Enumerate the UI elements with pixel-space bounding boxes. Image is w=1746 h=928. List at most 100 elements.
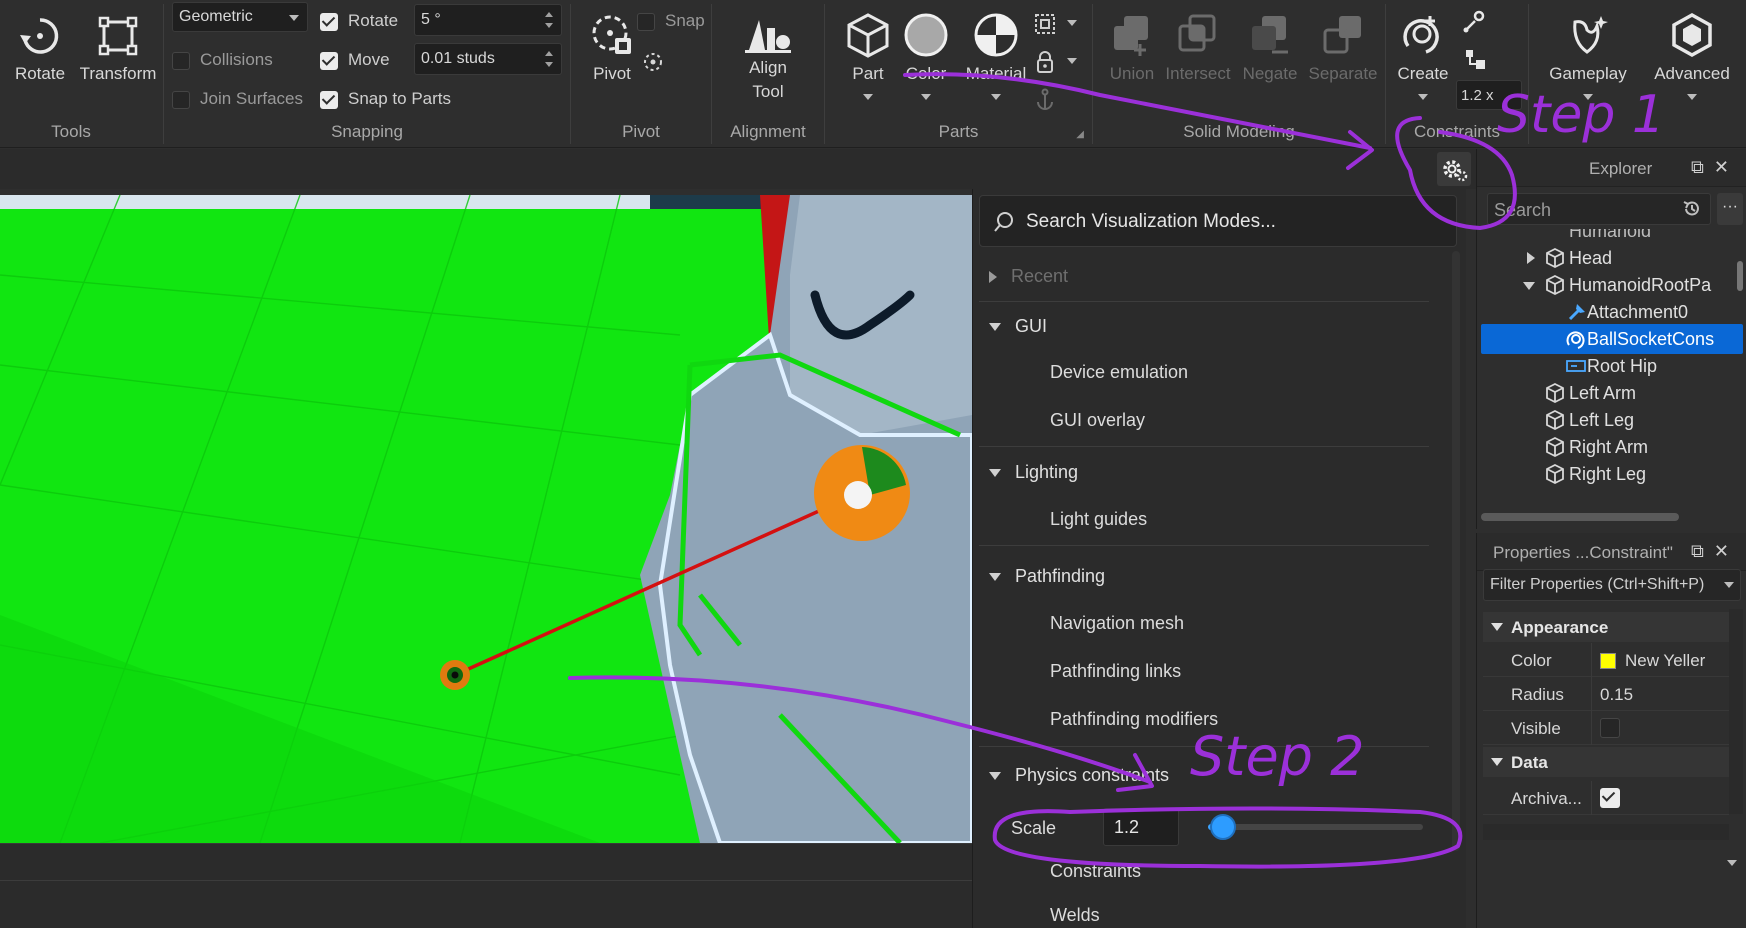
move-snap-toggle[interactable]: Move [320, 50, 390, 70]
3d-viewport[interactable] [0, 195, 972, 843]
section-lighting[interactable]: Lighting [989, 462, 1078, 483]
collisions-checkbox[interactable] [172, 51, 190, 70]
explorer-vertical-scrollbar[interactable] [1737, 261, 1743, 291]
color-swatch[interactable] [1600, 653, 1616, 669]
snap-mode-dropdown[interactable]: Geometric [172, 2, 308, 32]
viz-item-device-emulation[interactable]: Device emulation [1050, 362, 1188, 383]
move-increment-input[interactable]: 0.01 studs [414, 43, 562, 75]
spinner-icon[interactable] [545, 49, 555, 69]
explorer-horizontal-scrollbar[interactable] [1481, 513, 1679, 521]
undock-icon[interactable]: ⧉ [1691, 157, 1714, 177]
viz-item-constraints[interactable]: Constraints [1050, 861, 1141, 882]
anchor-icon[interactable] [1035, 88, 1055, 110]
viz-item-pathfinding-modifiers[interactable]: Pathfinding modifiers [1050, 709, 1218, 730]
chevron-down-icon[interactable] [1067, 20, 1077, 26]
constraint-details-icon[interactable] [1462, 8, 1488, 34]
visible-checkbox[interactable] [1600, 718, 1620, 738]
chevron-down-icon[interactable] [1727, 860, 1737, 866]
tree-label: Attachment0 [1587, 302, 1689, 322]
expand-group-icon[interactable]: ◢ [1076, 129, 1084, 140]
tree-item-humanoidrootpart[interactable]: HumanoidRootPa [1481, 270, 1743, 300]
property-archivable[interactable]: Archiva... [1483, 781, 1729, 815]
pivot-snap-toggle[interactable]: Snap [637, 11, 705, 31]
tree-item-left-leg[interactable]: Left Leg [1481, 405, 1743, 435]
rotate-snap-checkbox[interactable] [320, 12, 338, 31]
viz-item-light-guides[interactable]: Light guides [1050, 509, 1147, 530]
data-label: Data [1511, 753, 1548, 772]
expand-arrow-icon[interactable] [1527, 252, 1535, 264]
separate-button[interactable]: Separate [1303, 12, 1383, 84]
filter-properties-input[interactable]: Filter Properties (Ctrl+Shift+P) [1483, 569, 1741, 601]
welds-visibility-icon[interactable] [1462, 46, 1488, 72]
scale-input[interactable]: 1.2 [1103, 808, 1179, 846]
intersect-button[interactable]: Intersect [1159, 12, 1237, 84]
viz-item-welds[interactable]: Welds [1050, 905, 1100, 926]
viz-search-box[interactable] [979, 195, 1457, 247]
lock-icon[interactable] [1035, 50, 1055, 74]
constraint-scale-input[interactable]: 1.2 x [1456, 80, 1522, 110]
advanced-button[interactable]: Advanced [1644, 12, 1740, 105]
property-color[interactable]: Color New Yeller [1483, 643, 1729, 677]
viz-item-pathfinding-links[interactable]: Pathfinding links [1050, 661, 1181, 682]
gameplay-button[interactable]: Gameplay [1540, 12, 1636, 105]
scale-slider-track[interactable] [1208, 824, 1423, 830]
close-icon[interactable]: ✕ [1714, 541, 1739, 561]
category-data[interactable]: Data [1483, 747, 1729, 777]
viz-item-gui-overlay[interactable]: GUI overlay [1050, 410, 1145, 431]
scale-slider-thumb[interactable] [1210, 814, 1237, 840]
part-button[interactable]: Part [837, 12, 899, 105]
chevron-down-icon[interactable] [1067, 58, 1077, 64]
section-pathfinding[interactable]: Pathfinding [989, 566, 1105, 587]
history-icon[interactable] [1682, 199, 1702, 219]
section-recent[interactable]: Recent [989, 266, 1068, 287]
category-appearance[interactable]: Appearance [1483, 612, 1729, 642]
archivable-checkbox[interactable] [1600, 788, 1620, 808]
join-surfaces-toggle[interactable]: Join Surfaces [172, 89, 303, 109]
explorer-more-button[interactable]: ··· [1717, 193, 1743, 225]
viz-item-navigation-mesh[interactable]: Navigation mesh [1050, 613, 1184, 634]
undock-icon[interactable]: ⧉ [1691, 541, 1714, 561]
material-button[interactable]: Material [951, 12, 1041, 105]
move-snap-checkbox[interactable] [320, 51, 338, 70]
tree-item-right-leg[interactable]: Right Leg [1481, 459, 1743, 489]
viz-scrollbar[interactable] [1452, 251, 1460, 851]
close-icon[interactable]: ✕ [1714, 157, 1739, 177]
pivot-edit-icon[interactable] [641, 50, 665, 74]
pivot-button[interactable]: Pivot [581, 12, 643, 84]
union-button[interactable]: Union [1097, 12, 1167, 84]
section-gui[interactable]: GUI [989, 316, 1047, 337]
viz-search-input[interactable] [1026, 208, 1446, 236]
tree-item-attachment0[interactable]: Attachment0 [1481, 297, 1743, 327]
color-button[interactable]: Color [895, 12, 957, 105]
tree-item-ballsocketconstraint[interactable]: BallSocketCons [1481, 324, 1743, 354]
explorer-search-input[interactable]: Search [1487, 193, 1711, 225]
property-visible[interactable]: Visible [1483, 711, 1729, 745]
tree-item-left-arm[interactable]: Left Arm [1481, 378, 1743, 408]
tree-item-root-hip[interactable]: Root Hip [1481, 351, 1743, 381]
rotate-increment-input[interactable]: 5 ° [414, 4, 562, 36]
transform-tool-button[interactable]: Transform [78, 14, 158, 84]
pivot-snap-checkbox[interactable] [637, 12, 655, 31]
group-icon[interactable] [1033, 12, 1057, 36]
collapse-arrow-icon[interactable] [1523, 282, 1535, 290]
visualization-options-button[interactable] [1437, 152, 1471, 186]
section-physics-constraints[interactable]: Physics constraints [989, 765, 1169, 786]
properties-vertical-scrollbar[interactable] [1729, 609, 1743, 814]
tree-label: Left Arm [1569, 383, 1637, 403]
spinner-icon[interactable] [545, 10, 555, 30]
tree-item-head[interactable]: Head [1481, 243, 1743, 273]
collisions-toggle[interactable]: Collisions [172, 50, 273, 70]
tree-item-right-arm[interactable]: Right Arm [1481, 432, 1743, 462]
negate-button[interactable]: Negate [1235, 12, 1305, 84]
snap-to-parts-toggle[interactable]: Snap to Parts [320, 89, 451, 109]
properties-horizontal-scrollbar[interactable] [1483, 824, 1729, 840]
join-surfaces-checkbox[interactable] [172, 90, 190, 109]
tree-item-humanoid[interactable]: Humanoid [1481, 229, 1743, 243]
create-constraint-button[interactable]: Create [1392, 12, 1454, 105]
property-radius[interactable]: Radius 0.15 [1483, 677, 1729, 711]
rotate-tool-button[interactable]: Rotate [10, 14, 70, 84]
rotate-snap-toggle[interactable]: Rotate [320, 11, 398, 31]
align-tool-button[interactable]: Align Tool [726, 14, 810, 104]
snap-to-parts-checkbox[interactable] [320, 90, 338, 109]
chevron-down-icon[interactable] [1724, 582, 1734, 588]
